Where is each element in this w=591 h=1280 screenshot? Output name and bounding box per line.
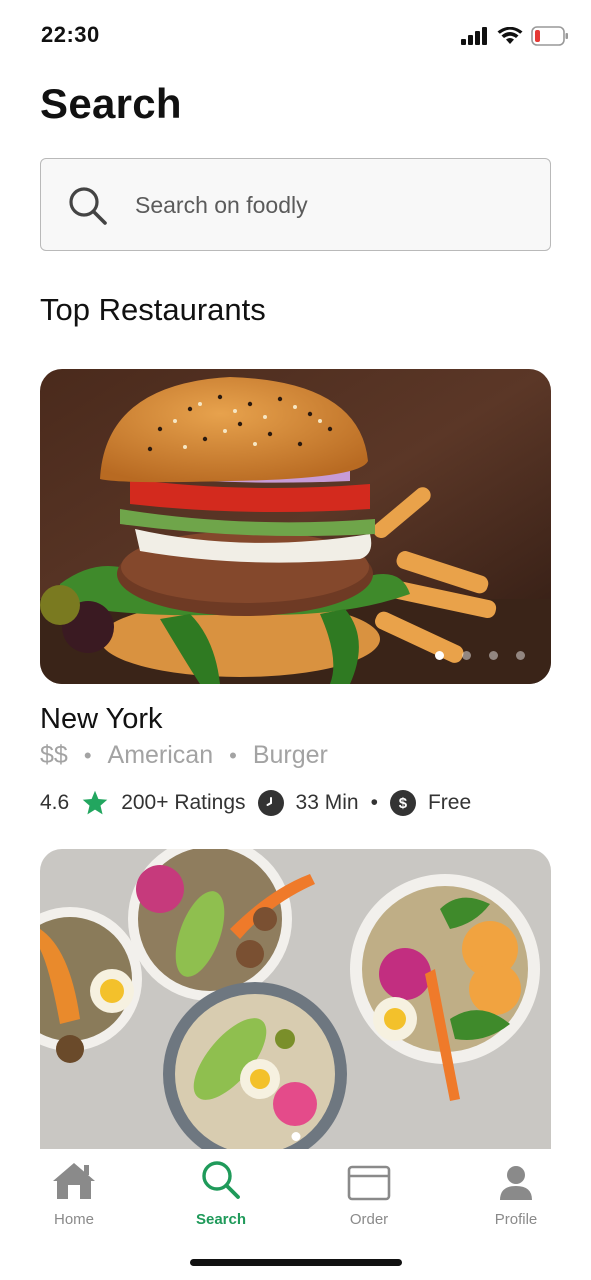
tab-label: Order bbox=[349, 1211, 389, 1228]
clock-icon bbox=[257, 790, 284, 816]
delivery-fee: Free bbox=[427, 791, 472, 814]
search-icon bbox=[67, 185, 109, 232]
tab-label: Profile bbox=[494, 1211, 538, 1228]
search-box[interactable] bbox=[40, 158, 551, 251]
restaurant-stats: 4.6 200+ Ratings 33 Min • $ Free bbox=[40, 789, 471, 817]
salad-bowls-photo[interactable] bbox=[40, 849, 551, 1149]
rating-value: 4.6 bbox=[40, 791, 70, 814]
carousel-dot[interactable] bbox=[291, 1132, 300, 1141]
carousel-dots bbox=[291, 1132, 300, 1141]
section-title: Top Restaurants bbox=[40, 292, 266, 327]
dollar-icon: $ bbox=[389, 790, 416, 816]
order-icon bbox=[309, 1155, 429, 1201]
cuisine-label: American bbox=[107, 741, 214, 769]
separator-dot: • bbox=[83, 742, 92, 768]
carousel-dot[interactable] bbox=[435, 651, 444, 660]
tab-label: Home bbox=[53, 1211, 94, 1228]
separator-dot: • bbox=[370, 791, 378, 814]
status-icons bbox=[461, 26, 569, 46]
status-time: 22:30 bbox=[41, 22, 100, 47]
category-label: Burger bbox=[252, 741, 328, 769]
search-icon bbox=[161, 1155, 281, 1201]
tab-search[interactable]: Search bbox=[161, 1155, 281, 1228]
signal-icon bbox=[461, 27, 487, 45]
tab-label: Search bbox=[195, 1211, 247, 1228]
page-title: Search bbox=[40, 80, 182, 127]
tab-order[interactable]: Order bbox=[309, 1155, 429, 1228]
search-input[interactable] bbox=[135, 189, 535, 221]
carousel-dots bbox=[435, 651, 525, 660]
restaurant-name[interactable]: New York bbox=[40, 703, 163, 736]
burger-photo[interactable] bbox=[40, 369, 551, 684]
tab-profile[interactable]: Profile bbox=[456, 1155, 576, 1228]
carousel-dot[interactable] bbox=[489, 651, 498, 660]
wifi-icon bbox=[497, 27, 523, 44]
price-level: $$ bbox=[40, 741, 68, 769]
profile-icon bbox=[456, 1155, 576, 1201]
restaurant-card[interactable] bbox=[40, 849, 551, 1149]
battery-icon bbox=[531, 26, 568, 46]
star-icon bbox=[82, 790, 108, 815]
status-bar: 22:30 bbox=[0, 0, 591, 70]
home-icon bbox=[14, 1155, 134, 1201]
tab-home[interactable]: Home bbox=[14, 1155, 134, 1228]
restaurant-card[interactable]: New York $$ • American • Burger 4.6 200+… bbox=[40, 369, 551, 816]
carousel-dot[interactable] bbox=[462, 651, 471, 660]
delivery-time: 33 Min bbox=[295, 791, 359, 814]
home-indicator[interactable] bbox=[190, 1259, 402, 1266]
ratings-count: 200+ Ratings bbox=[121, 791, 246, 814]
restaurant-meta: $$ • American • Burger bbox=[40, 741, 328, 770]
separator-dot: • bbox=[229, 742, 237, 768]
carousel-dot[interactable] bbox=[516, 651, 525, 660]
